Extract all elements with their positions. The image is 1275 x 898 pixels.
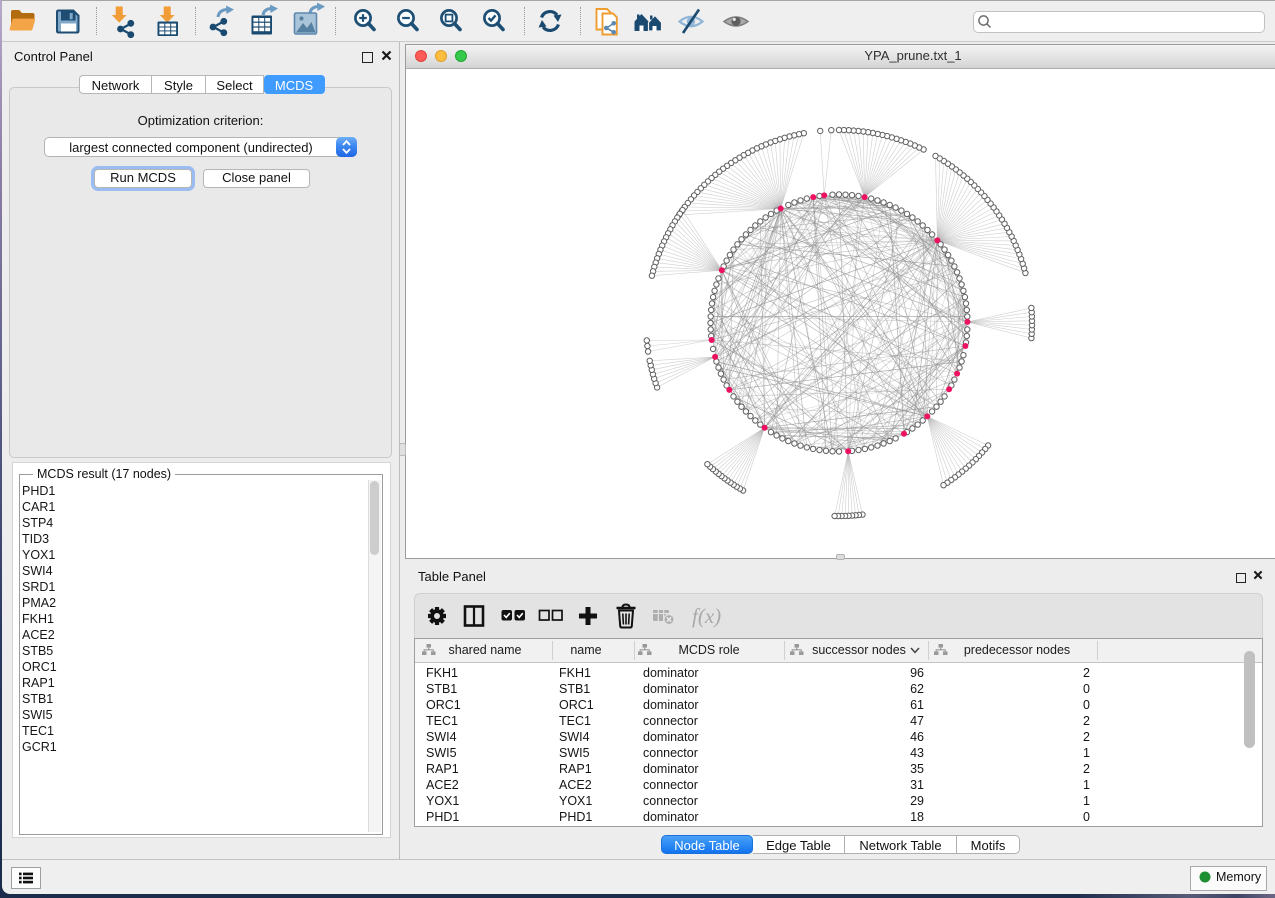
svg-text:f(x): f(x): [692, 604, 721, 628]
